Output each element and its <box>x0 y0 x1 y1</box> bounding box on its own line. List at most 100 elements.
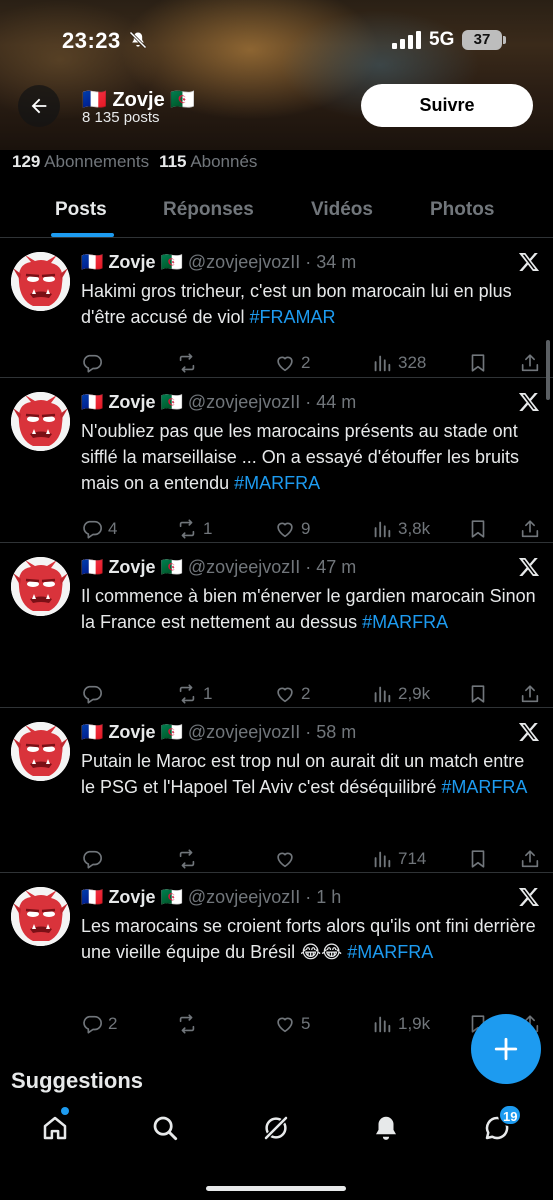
heart-icon <box>277 522 293 538</box>
post-time[interactable]: 58 m <box>316 722 356 742</box>
post-header: 🇫🇷 Zovje 🇩🇿 @zovjeejvozII · 34 m <box>81 252 356 273</box>
bookmark-button[interactable] <box>467 516 489 542</box>
post-time[interactable]: 47 m <box>316 557 356 577</box>
repost-button[interactable] <box>176 350 203 376</box>
post-author-name[interactable]: Zovje <box>108 557 155 577</box>
post[interactable]: 🇫🇷 Zovje 🇩🇿 @zovjeejvozII · 34 m Hakimi … <box>0 238 553 378</box>
post-dot-separator: · <box>300 887 317 907</box>
like-count: 9 <box>301 519 311 538</box>
post-dot-separator: · <box>300 557 317 577</box>
share-button[interactable] <box>519 846 541 872</box>
hashtag-link[interactable]: #MARFRA <box>441 777 527 797</box>
nav-search[interactable] <box>147 1110 183 1146</box>
flag-france: 🇫🇷 <box>81 557 104 577</box>
battery-tip <box>503 36 506 44</box>
bookmark-button[interactable] <box>467 681 489 707</box>
follow-button[interactable]: Suivre <box>361 84 533 127</box>
reply-icon <box>83 850 102 869</box>
repost-button[interactable]: 1 <box>176 516 212 542</box>
reply-button[interactable] <box>81 350 108 376</box>
post-time[interactable]: 34 m <box>316 252 356 272</box>
hashtag-link[interactable]: #MARFRA <box>362 612 448 632</box>
following-label: Abonnements <box>44 152 150 171</box>
back-button[interactable] <box>18 85 60 127</box>
nav-notifications[interactable] <box>368 1110 404 1146</box>
scrollbar[interactable] <box>546 340 550 400</box>
repost-button[interactable] <box>176 1011 203 1037</box>
avatar-icon <box>11 252 70 311</box>
following-count: 129 <box>12 152 41 171</box>
avatar[interactable] <box>11 392 70 451</box>
post-author-name[interactable]: Zovje <box>108 887 155 907</box>
tab-photos[interactable]: Photos <box>430 199 494 221</box>
avatar[interactable] <box>11 722 70 781</box>
like-button[interactable]: 5 <box>274 1011 310 1037</box>
post[interactable]: 🇫🇷 Zovje 🇩🇿 @zovjeejvozII · 47 m Il comm… <box>0 543 553 708</box>
share-button[interactable] <box>519 516 541 542</box>
tab-replies[interactable]: Réponses <box>163 199 254 221</box>
views-button[interactable]: 3,8k <box>371 516 430 542</box>
post-author-name[interactable]: Zovje <box>108 252 155 272</box>
post-dot-separator: · <box>300 722 317 742</box>
bookmark-button[interactable] <box>467 350 489 376</box>
followers-link[interactable]: 115 Abonnés <box>159 152 257 171</box>
views-count: 2,9k <box>398 684 431 703</box>
post-author-handle[interactable]: @zovjeejvozII <box>188 557 300 577</box>
post[interactable]: 🇫🇷 Zovje 🇩🇿 @zovjeejvozII · 58 m Putain … <box>0 708 553 873</box>
tab-videos[interactable]: Vidéos <box>311 199 373 221</box>
tab-posts[interactable]: Posts <box>55 199 107 221</box>
compose-button[interactable] <box>471 1014 541 1084</box>
search-icon <box>153 1116 178 1141</box>
hashtag-link[interactable]: #FRAMAR <box>250 307 336 327</box>
reply-button[interactable]: 2 <box>81 1011 117 1037</box>
following-link[interactable]: 129 Abonnements <box>12 152 149 171</box>
repost-button[interactable]: 1 <box>176 681 212 707</box>
share-icon <box>521 850 539 868</box>
flag-france: 🇫🇷 <box>82 89 107 111</box>
bookmark-button[interactable] <box>467 846 489 872</box>
post-actions: 1 2 2,9k <box>0 681 553 707</box>
bookmark-icon <box>471 850 485 868</box>
repost-button[interactable] <box>176 846 203 872</box>
post-author-name[interactable]: Zovje <box>108 392 155 412</box>
views-count: 3,8k <box>398 519 431 538</box>
post-author-handle[interactable]: @zovjeejvozII <box>188 392 300 412</box>
avatar[interactable] <box>11 252 70 311</box>
post-author-handle[interactable]: @zovjeejvozII <box>188 252 300 272</box>
views-count: 714 <box>398 849 427 868</box>
reply-icon <box>83 685 102 704</box>
reply-button[interactable] <box>81 846 108 872</box>
like-button[interactable]: 2 <box>274 350 310 376</box>
post-text: Hakimi gros tricheur, c'est un bon maroc… <box>81 278 541 330</box>
nav-home[interactable] <box>37 1110 73 1146</box>
hashtag-link[interactable]: #MARFRA <box>234 473 320 493</box>
followers-label: Abonnés <box>190 152 258 171</box>
bookmark-icon <box>471 520 485 538</box>
hashtag-link[interactable]: #MARFRA <box>347 942 433 962</box>
post-text: Il commence à bien m'énerver le gardien … <box>81 583 541 635</box>
like-button[interactable]: 2 <box>274 681 310 707</box>
post-time[interactable]: 1 h <box>316 887 341 907</box>
views-button[interactable]: 328 <box>371 350 426 376</box>
repost-icon <box>179 1014 195 1034</box>
avatar[interactable] <box>11 887 70 946</box>
like-button[interactable]: 9 <box>274 516 310 542</box>
post-time[interactable]: 44 m <box>316 392 356 412</box>
post-author-name[interactable]: Zovje <box>108 722 155 742</box>
views-button[interactable]: 2,9k <box>371 681 430 707</box>
reply-button[interactable] <box>81 681 108 707</box>
share-button[interactable] <box>519 350 541 376</box>
post[interactable]: 🇫🇷 Zovje 🇩🇿 @zovjeejvozII · 1 h Les maro… <box>0 873 553 1053</box>
avatar[interactable] <box>11 557 70 616</box>
views-button[interactable]: 714 <box>371 846 426 872</box>
reply-icon <box>83 1015 102 1034</box>
reply-button[interactable]: 4 <box>81 516 117 542</box>
nav-grok[interactable] <box>258 1110 294 1146</box>
share-button[interactable] <box>519 681 541 707</box>
views-chart-icon <box>374 686 391 703</box>
views-button[interactable]: 1,9k <box>371 1011 430 1037</box>
post[interactable]: 🇫🇷 Zovje 🇩🇿 @zovjeejvozII · 44 m N'oubli… <box>0 378 553 543</box>
post-author-handle[interactable]: @zovjeejvozII <box>188 722 300 742</box>
post-author-handle[interactable]: @zovjeejvozII <box>188 887 300 907</box>
like-button[interactable] <box>274 846 301 872</box>
